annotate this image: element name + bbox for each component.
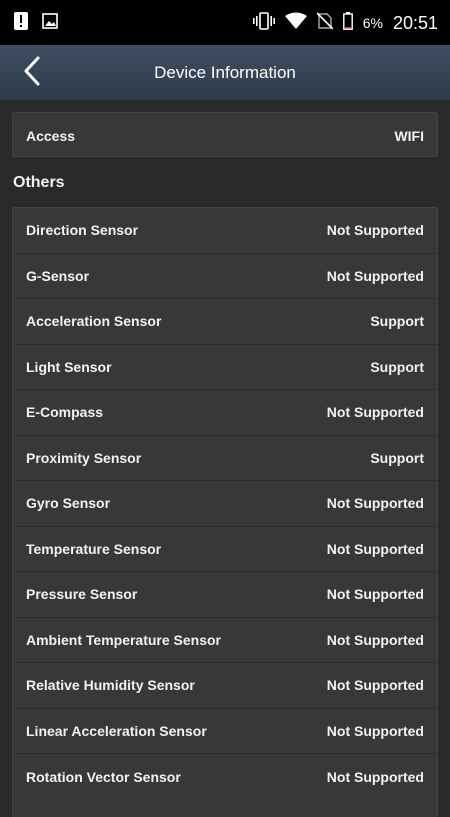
list-item[interactable]: Light Sensor Support (13, 345, 437, 390)
sensor-status: Not Supported (326, 495, 424, 512)
sensor-label: Acceleration Sensor (26, 313, 162, 330)
sensor-label: Rotation Vector Sensor (26, 768, 181, 785)
sensor-status: Not Supported (326, 404, 424, 421)
sensor-label: Gyro Sensor (26, 495, 111, 512)
sensor-status: Not Supported (326, 722, 424, 739)
list-item[interactable]: Acceleration Sensor Support (13, 299, 437, 345)
content-area[interactable]: Access WIFI Others Direction Sensor Not … (0, 100, 450, 817)
sensor-label: Light Sensor (26, 358, 112, 375)
sensor-label: Temperature Sensor (26, 540, 162, 557)
sensor-label: Ambient Temperature Sensor (26, 631, 222, 648)
image-icon (42, 13, 58, 34)
list-item[interactable]: Proximity Sensor Support (13, 436, 437, 481)
list-item[interactable]: G-Sensor Not Supported (13, 254, 437, 299)
page-title: Device Information (154, 63, 296, 82)
list-item[interactable]: Relative Humidity Sensor Not Supported (13, 663, 437, 709)
list-item[interactable]: Gyro Sensor Not Supported (13, 481, 437, 527)
sensor-label: Proximity Sensor (26, 449, 142, 466)
sensor-status: Support (370, 358, 424, 375)
list-item[interactable]: Rotation Vector Sensor Not Supported (13, 754, 437, 800)
sensor-label: Direction Sensor (26, 222, 139, 239)
sensor-label: Relative Humidity Sensor (26, 677, 195, 694)
clock: 20:51 (392, 12, 438, 33)
sensor-label: E-Compass (26, 404, 104, 421)
sensor-status: Not Supported (326, 586, 424, 603)
battery-percent: 6% (362, 15, 383, 31)
sensor-status: Not Supported (326, 222, 424, 239)
vibrate-icon (252, 11, 275, 36)
sensor-status: Support (370, 313, 424, 330)
others-card: Direction Sensor Not Supported G-Sensor … (12, 207, 438, 817)
access-row[interactable]: Access WIFI (13, 113, 437, 158)
sensor-status: Not Supported (326, 540, 424, 557)
sensor-status: Not Supported (326, 677, 424, 694)
sensor-status: Support (370, 449, 424, 466)
no-sim-icon (316, 11, 334, 35)
status-bar: 6% 20:51 (0, 0, 450, 45)
access-label: Access (26, 127, 76, 144)
section-title-others: Others (13, 174, 65, 191)
list-item[interactable]: Direction Sensor Not Supported (13, 208, 437, 254)
status-bar-right: 6% 20:51 (252, 10, 438, 36)
sensor-label: G-Sensor (26, 267, 90, 284)
sensor-status: Not Supported (326, 768, 424, 785)
access-value: WIFI (394, 127, 424, 144)
sensor-status: Not Supported (326, 631, 424, 648)
list-item[interactable]: Temperature Sensor Not Supported (13, 527, 437, 572)
wifi-icon (284, 12, 307, 35)
list-item[interactable]: E-Compass Not Supported (13, 390, 437, 436)
access-card: Access WIFI (12, 112, 438, 157)
alert-icon (14, 12, 28, 35)
sensor-label: Pressure Sensor (26, 586, 138, 603)
status-bar-left (14, 12, 58, 35)
list-item[interactable]: Pressure Sensor Not Supported (13, 572, 437, 618)
list-item[interactable]: Ambient Temperature Sensor Not Supported (13, 618, 437, 663)
sensor-label: Linear Acceleration Sensor (26, 722, 207, 739)
sensor-status: Not Supported (326, 267, 424, 284)
battery-icon (342, 11, 353, 35)
app-bar: Device Information (0, 45, 450, 101)
list-item[interactable]: Linear Acceleration Sensor Not Supported (13, 709, 437, 754)
